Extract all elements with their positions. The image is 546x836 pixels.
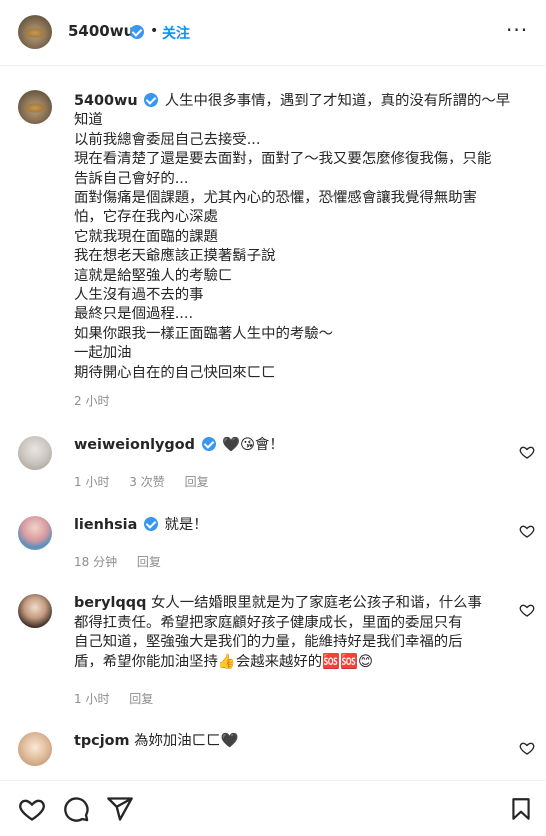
follow-button[interactable]: 关注 xyxy=(162,23,190,43)
comment-verified-badge-icon xyxy=(201,437,216,451)
caption-line: 它就我現在面臨的課題 xyxy=(74,228,218,245)
comment-username[interactable]: lienhsia xyxy=(74,517,137,533)
comment-text-block: berylqqq 女人一结婚眼里就是为了家庭老公孩子和谐，什么事 都得扛责任。希… xyxy=(74,594,514,672)
caption-avatar[interactable] xyxy=(18,90,52,124)
comment-time: 1 小时 xyxy=(74,692,110,706)
comment-text-block: tpcjom 為妳加油ㄈㄈ🖤 xyxy=(74,732,238,752)
comment-reply-button[interactable]: 回复 xyxy=(129,692,153,706)
verified-badge-icon xyxy=(130,25,144,39)
heart-icon[interactable] xyxy=(18,795,46,823)
comment-text: 為妳加油ㄈㄈ🖤 xyxy=(134,733,239,749)
comment-username[interactable]: weiweionlygod xyxy=(74,437,195,453)
caption-line: 這就是給堅強人的考驗ㄈ xyxy=(74,267,233,284)
comment-text-block: lienhsia 就是！ xyxy=(74,516,208,536)
comment-line: berylqqq 女人一结婚眼里就是为了家庭老公孩子和谐，什么事 xyxy=(74,594,514,614)
comment-line: 都得扛责任。希望把家庭顧好孩子健康成长，里面的委屈只有 xyxy=(74,614,463,631)
comment-reply-button[interactable]: 回复 xyxy=(185,475,209,489)
comment-avatar[interactable] xyxy=(18,436,52,470)
comment-heart-icon[interactable] xyxy=(519,602,535,618)
caption-text: 人生中很多事情，遇到了才知道，真的没有所謂的～早 xyxy=(164,93,511,109)
header-username[interactable]: 5400wu xyxy=(68,22,134,40)
caption-line: 怕，它存在我內心深處 xyxy=(74,209,218,226)
caption-username[interactable]: 5400wu xyxy=(74,93,138,109)
action-bar xyxy=(0,780,546,836)
caption-line: 以前我總會委屈自己去接受... xyxy=(74,131,261,148)
caption-verified-badge-icon xyxy=(144,93,159,107)
caption-line: 知道 xyxy=(74,112,103,129)
caption-line: 人生沒有過不去的事 xyxy=(74,287,204,304)
caption-line: 面對傷痛是個課題，尤其內心的恐懼，恐懼感會讓我覺得無助害 xyxy=(74,190,477,207)
comment-avatar[interactable] xyxy=(18,732,52,766)
caption-line: 我在想老天爺應該正摸著鬍子說 xyxy=(74,248,276,265)
comment-avatar[interactable] xyxy=(18,594,52,628)
caption-line: 如果你跟我一樣正面臨著人生中的考驗～ xyxy=(74,325,334,342)
comment-heart-icon[interactable] xyxy=(519,523,535,539)
caption-line: 告訴自己會好的... xyxy=(74,170,189,187)
more-options-icon[interactable]: ··· xyxy=(506,18,528,42)
comment-time: 18 分钟 xyxy=(74,555,118,569)
caption-line: 最終只是個過程.... xyxy=(74,306,194,323)
comment-icon[interactable] xyxy=(62,795,90,823)
comment-heart-icon[interactable] xyxy=(519,740,535,756)
comment-reply-button[interactable]: 回复 xyxy=(137,555,161,569)
header-avatar[interactable] xyxy=(18,15,52,49)
comment-text: 就是！ xyxy=(164,517,208,533)
caption-line: 期待開心自在的自己快回來ㄈㄈ xyxy=(74,364,276,381)
comment-avatar[interactable] xyxy=(18,516,52,550)
comment-time: 1 小时 xyxy=(74,475,110,489)
comment-verified-badge-icon xyxy=(143,517,158,531)
share-icon[interactable] xyxy=(106,795,134,823)
post-header: 5400wu • 关注 ··· xyxy=(0,0,546,66)
comment-line: 自己知道，堅強強大是我们的力量，能維持好是我们幸福的后 xyxy=(74,634,463,651)
comment-heart-icon[interactable] xyxy=(519,444,535,460)
comment-meta: 1 小时 回复 xyxy=(74,690,169,707)
post-caption: 5400wu 人生中很多事情，遇到了才知道，真的没有所謂的～早 知道 以前我總會… xyxy=(74,92,530,383)
comment-text: 🖤😘會！ xyxy=(222,437,284,453)
caption-time: 2 小时 xyxy=(74,394,110,408)
caption-line: 現在看清楚了還是要去面對，面對了～我又要怎麼修復我傷，只能 xyxy=(74,151,492,168)
comment-username[interactable]: berylqqq xyxy=(74,595,146,611)
caption-meta: 2 小时 xyxy=(74,392,125,409)
caption-line: 5400wu 人生中很多事情，遇到了才知道，真的没有所謂的～早 xyxy=(74,92,530,111)
comment-text: 女人一结婚眼里就是为了家庭老公孩子和谐，什么事 xyxy=(150,595,482,611)
comment-username[interactable]: tpcjom xyxy=(74,733,130,749)
bookmark-icon[interactable] xyxy=(508,795,534,823)
comment-line: 盾，希望你能加油坚持👍会越来越好的🆘🆘😊 xyxy=(74,653,374,670)
comment-text-block: weiweionlygod 🖤😘會！ xyxy=(74,436,284,456)
caption-line: 一起加油 xyxy=(74,345,132,362)
comment-likes[interactable]: 3 次赞 xyxy=(129,475,164,489)
header-separator: • xyxy=(150,23,159,39)
comment-meta: 18 分钟 回复 xyxy=(74,553,177,570)
comment-meta: 1 小时 3 次赞 回复 xyxy=(74,473,225,490)
